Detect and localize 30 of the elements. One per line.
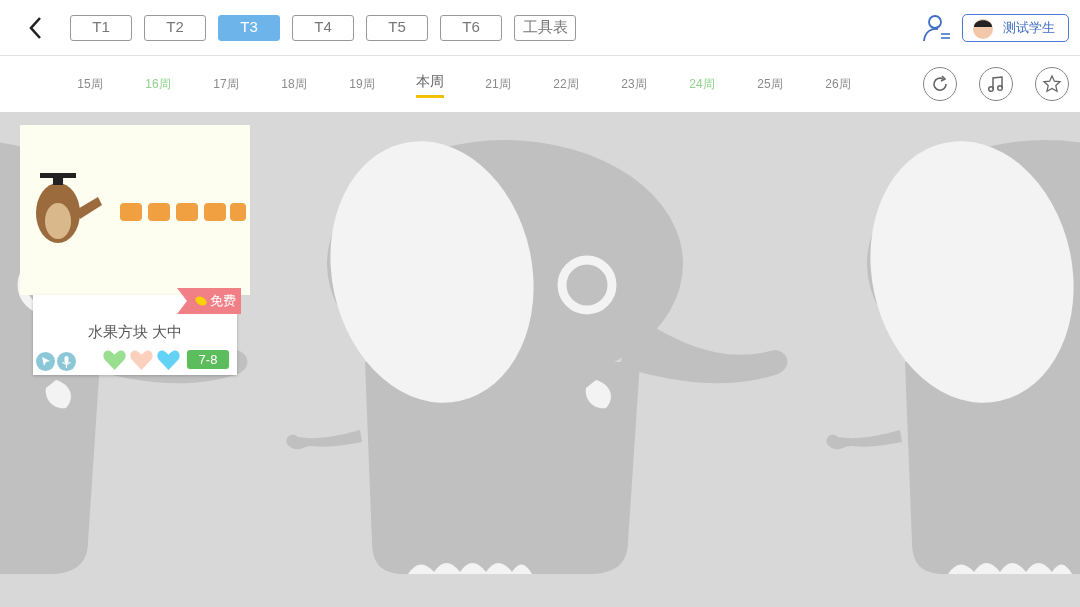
- tab[interactable]: T3: [218, 14, 280, 41]
- week-tab[interactable]: 19周: [328, 67, 396, 101]
- week-tab[interactable]: 17周: [192, 67, 260, 101]
- bean-icon: [195, 295, 207, 307]
- card-title: 水果方块 大中: [86, 322, 184, 342]
- cursor-icon: [36, 352, 55, 371]
- music-icon: [987, 75, 1005, 93]
- week-tab[interactable]: 23周: [600, 67, 668, 101]
- tusk-drawing: [585, 380, 611, 409]
- tab[interactable]: T4: [292, 14, 354, 41]
- star-icon: [1042, 74, 1062, 94]
- week-tab[interactable]: 21周: [464, 67, 532, 101]
- age-tag: 7-8: [187, 350, 229, 369]
- tab[interactable]: T2: [144, 14, 206, 41]
- week-tab[interactable]: 26周: [804, 67, 872, 101]
- microphone-icon: [57, 352, 76, 371]
- week-tab[interactable]: 15周: [56, 67, 124, 101]
- price-badge: 免费: [177, 288, 241, 314]
- week-tab[interactable]: 18周: [260, 67, 328, 101]
- tusk-drawing: [45, 380, 71, 409]
- tab[interactable]: T1: [70, 14, 132, 41]
- user-button[interactable]: 测试学生: [962, 13, 1069, 42]
- refresh-icon: [931, 75, 949, 93]
- week-tab[interactable]: 本周: [396, 67, 464, 101]
- switch-user-icon[interactable]: [922, 12, 952, 43]
- week-tab[interactable]: 25周: [736, 67, 804, 101]
- week-tab[interactable]: 22周: [532, 67, 600, 101]
- tab[interactable]: 工具表: [514, 14, 576, 41]
- tab[interactable]: T5: [366, 14, 428, 41]
- tab[interactable]: T6: [440, 14, 502, 41]
